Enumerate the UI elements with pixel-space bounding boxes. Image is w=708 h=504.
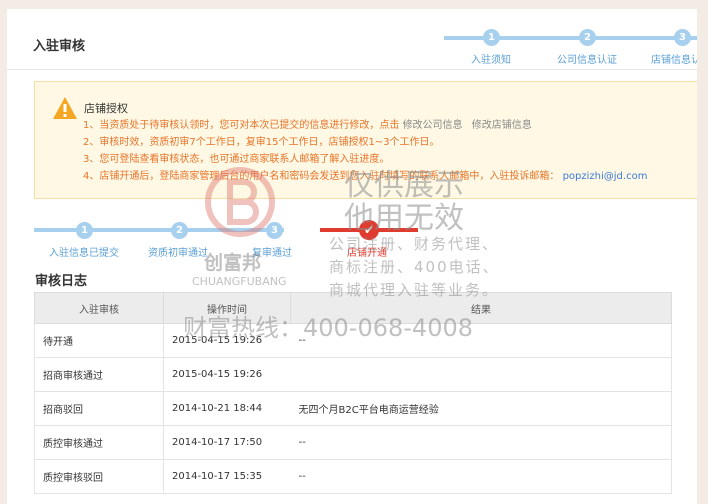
audit-panel: 入驻审核 1 入驻须知 2 公司信息认证 3 店铺信息认 店铺授权 1、当资质处… [7, 9, 697, 504]
table-cell [290, 357, 672, 392]
table-row: 待开通 2015-04-15 19:26 -- [34, 323, 672, 358]
top-step-2-dot: 2 [579, 29, 596, 46]
table-row: 质控审核驳回 2014-10-17 15:35 -- [34, 459, 672, 494]
notice-item-text: 4、店铺开通后，登陆商家管理后台的用户名和密码会发送到您入驻时填写的联系人邮箱中… [83, 171, 560, 182]
table-cell: -- [290, 459, 672, 494]
progress-step-3-label: 复审通过 [252, 248, 292, 259]
table-cell: 2015-04-15 19:26 [163, 357, 291, 392]
table-cell: 质控审核通过 [34, 425, 164, 460]
complaint-email-link[interactable]: popzizhi@jd.com [563, 171, 648, 182]
top-step-3-label: 店铺信息认 [651, 55, 697, 66]
top-step-1-dot: 1 [483, 29, 500, 46]
page-header: 入驻审核 1 入驻须知 2 公司信息认证 3 店铺信息认 [7, 9, 697, 70]
check-icon: ✔ [359, 220, 379, 240]
notice-list: 1、当资质处于待审核认领时，您可对本次已提交的信息进行修改，点击 修改公司信息 … [83, 117, 647, 185]
audit-log-title: 审核日志 [35, 274, 88, 289]
table-cell: 待开通 [34, 323, 164, 358]
notice-item: 1、当资质处于待审核认领时，您可对本次已提交的信息进行修改，点击 修改公司信息 … [83, 117, 647, 134]
notice-item-text: 2、审核时效，资质初审7个工作日，复审15个工作日，店铺授权1~3个工作日。 [83, 137, 440, 148]
table-cell: 招商审核通过 [34, 357, 164, 392]
table-cell: -- [290, 425, 672, 460]
edit-company-info-link[interactable]: 修改公司信息 [403, 120, 463, 131]
progress-step-1-dot: 1 [76, 222, 93, 239]
audit-log-table: 入驻审核 操作时间 结果 待开通 2015-04-15 19:26 -- 招商审… [34, 292, 672, 494]
table-cell: 2014-10-17 17:50 [163, 425, 291, 460]
progress-step-3-dot: 3 [266, 222, 283, 239]
notice-item: 3、您可登陆查看审核状态，也可通过商家联系人邮箱了解入驻进度。 [83, 151, 647, 168]
top-step-2-label: 公司信息认证 [557, 55, 617, 66]
table-cell: 质控审核驳回 [34, 459, 164, 494]
table-row: 招商驳回 2014-10-21 18:44 无四个月B2C平台电商运营经验 [34, 391, 672, 426]
table-cell: -- [290, 323, 672, 358]
column-header: 入驻审核 [34, 292, 164, 324]
notice-item-text: 1、当资质处于待审核认领时，您可对本次已提交的信息进行修改，点击 [83, 120, 400, 131]
table-header-row: 入驻审核 操作时间 结果 [34, 292, 672, 324]
table-row: 质控审核通过 2014-10-17 17:50 -- [34, 425, 672, 460]
progress-step-4-label: 店铺开通 [347, 248, 387, 259]
column-header: 操作时间 [163, 292, 291, 324]
edit-shop-info-link[interactable]: 修改店铺信息 [472, 120, 532, 131]
notice-box: 店铺授权 1、当资质处于待审核认领时，您可对本次已提交的信息进行修改，点击 修改… [34, 81, 697, 199]
page-title: 入驻审核 [33, 39, 86, 54]
notice-title: 店铺授权 [84, 102, 128, 115]
table-cell: 2014-10-17 15:35 [163, 459, 291, 494]
top-step-1-label: 入驻须知 [471, 55, 511, 66]
progress-step-1-label: 入驻信息已提交 [49, 248, 119, 259]
progress-step-2-dot: 2 [171, 222, 188, 239]
notice-item: 4、店铺开通后，登陆商家管理后台的用户名和密码会发送到您入驻时填写的联系人邮箱中… [83, 168, 647, 185]
top-step-bar [444, 36, 697, 40]
table-cell: 2014-10-21 18:44 [163, 391, 291, 426]
table-cell: 招商驳回 [34, 391, 164, 426]
notice-item-text: 3、您可登陆查看审核状态，也可通过商家联系人邮箱了解入驻进度。 [83, 154, 390, 165]
progress-step-2-label: 资质初审通过 [148, 248, 208, 259]
progress-bar-done [34, 228, 284, 232]
notice-item: 2、审核时效，资质初审7个工作日，复审15个工作日，店铺授权1~3个工作日。 [83, 134, 647, 151]
table-cell: 无四个月B2C平台电商运营经验 [290, 391, 672, 426]
table-row: 招商审核通过 2015-04-15 19:26 [34, 357, 672, 392]
top-step-3-dot: 3 [674, 29, 691, 46]
table-cell: 2015-04-15 19:26 [163, 323, 291, 358]
column-header: 结果 [290, 292, 672, 324]
warning-icon [53, 97, 77, 119]
